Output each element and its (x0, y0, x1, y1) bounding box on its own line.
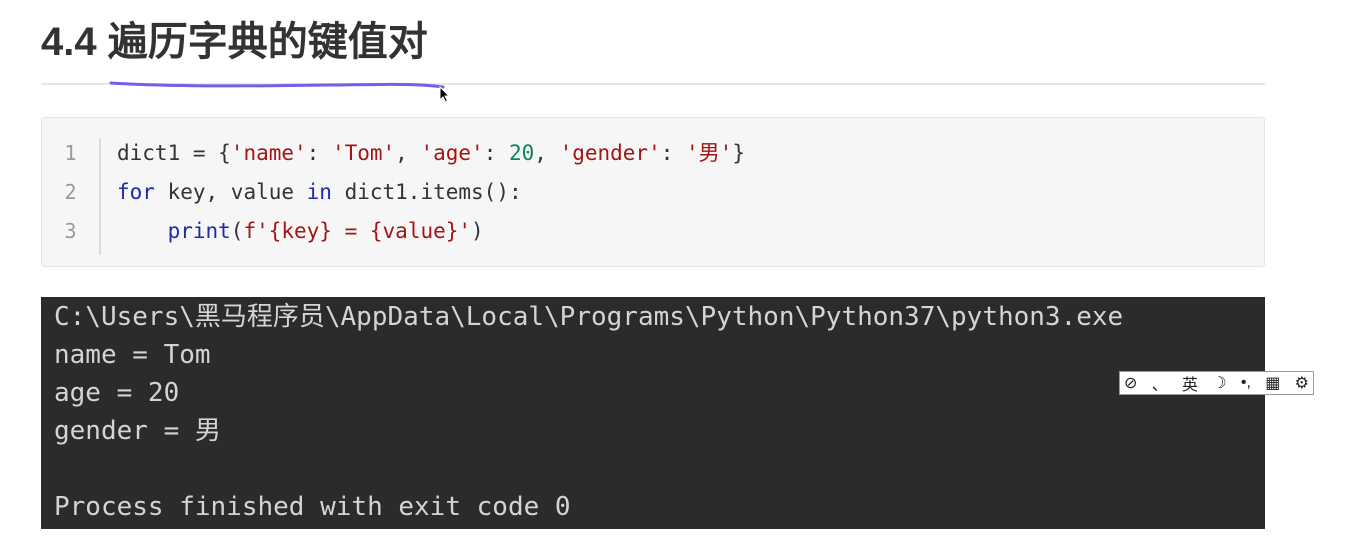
keyboard-icon[interactable]: ▦ (1265, 373, 1280, 393)
code-token: for (117, 180, 155, 204)
console-output-line: name = Tom (54, 340, 211, 370)
code-token: ) (471, 219, 484, 243)
code-token: key, value (154, 180, 307, 204)
code-token: 'Tom' (331, 141, 396, 165)
code-line: dict1 = {'name': 'Tom', 'age': 20, 'gend… (117, 138, 745, 177)
code-line: print(f'{key} = {value}') (117, 216, 745, 255)
ime-toolbar[interactable]: ⊘ 、 英 ☽ •, ▦ ⚙ (1119, 371, 1314, 395)
moon-icon[interactable]: ☽ (1212, 373, 1226, 393)
code-token: 'name' (230, 141, 307, 165)
code-token: f'{key} = {value}' (243, 219, 472, 243)
pen-annotation-stroke (109, 81, 445, 89)
line-number: 1 (64, 141, 77, 165)
mouse-cursor-icon (439, 86, 451, 103)
line-number: 3 (64, 219, 77, 243)
console-command-line: C:\Users\黑马程序员\AppData\Local\Programs\Py… (54, 302, 1124, 332)
code-token: in (306, 180, 332, 204)
code-token: } (732, 141, 745, 165)
code-lines: dict1 = {'name': 'Tom', 'age': 20, 'gend… (117, 138, 745, 255)
punctuation-icon[interactable]: •, (1241, 373, 1251, 393)
code-token: dict1 = { (117, 141, 231, 165)
line-number-gutter: 1 2 3 (42, 138, 101, 255)
code-line: for key, value in dict1.items(): (117, 177, 745, 216)
console-output-line: gender = 男 (54, 416, 221, 446)
code-token: : (483, 141, 509, 165)
separator-dot: 、 (1151, 377, 1168, 394)
console-exit-line: Process finished with exit code 0 (54, 492, 571, 522)
code-token: '男' (686, 141, 733, 165)
code-token: , (534, 141, 560, 165)
code-token: 20 (508, 141, 535, 165)
page: 4.4 遍历字典的键值对 1 2 3 dict1 = {'name': 'Tom… (0, 0, 1364, 544)
code-token: , (395, 141, 421, 165)
gear-icon[interactable]: ⚙ (1295, 373, 1309, 393)
code-block[interactable]: 1 2 3 dict1 = {'name': 'Tom', 'age': 20,… (41, 117, 1265, 267)
code-token: print (167, 219, 231, 243)
code-token: ( (230, 219, 244, 243)
language-toggle-button[interactable]: 英 (1182, 373, 1198, 394)
code-token: 'age' (420, 141, 484, 165)
code-token: 'gender' (559, 141, 661, 165)
line-number: 2 (64, 180, 77, 204)
ime-logo-icon[interactable]: ⊘ (1124, 373, 1137, 393)
code-token: : (306, 141, 332, 165)
code-token: : (660, 141, 687, 165)
code-token: dict1.items(): (331, 180, 522, 204)
console-output-line: age = 20 (54, 378, 180, 408)
run-console[interactable]: C:\Users\黑马程序员\AppData\Local\Programs\Py… (41, 297, 1265, 529)
